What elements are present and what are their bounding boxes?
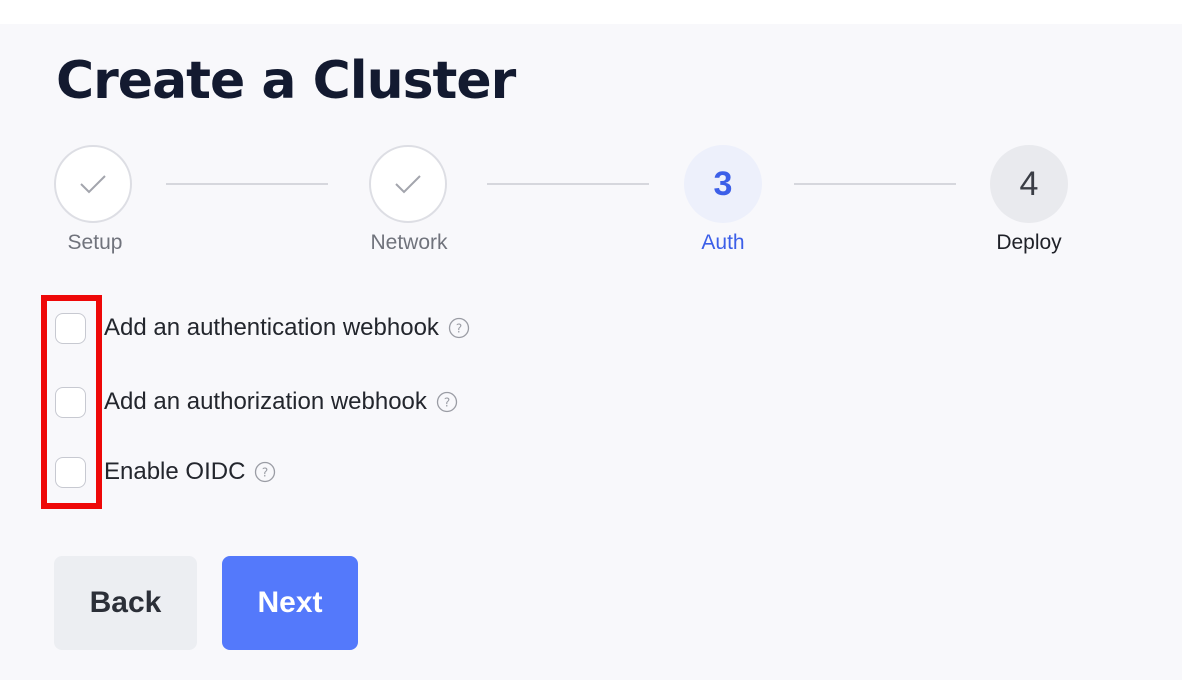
option-label: Enable OIDC bbox=[104, 458, 246, 485]
step-connector bbox=[166, 183, 328, 185]
step-label-auth: Auth bbox=[701, 231, 745, 254]
question-circle-icon[interactable]: ? bbox=[448, 317, 470, 339]
option-label: Add an authorization webhook bbox=[104, 388, 427, 415]
step-label-setup: Setup bbox=[67, 231, 123, 254]
option-authentication-webhook: Add an authentication webhook ? bbox=[55, 312, 470, 344]
authorization-webhook-checkbox[interactable] bbox=[55, 386, 86, 418]
option-enable-oidc: Enable OIDC ? bbox=[55, 456, 276, 488]
step-auth-circle[interactable]: 3 bbox=[684, 145, 762, 223]
step-label-deploy: Deploy bbox=[996, 231, 1062, 254]
step-label-network: Network bbox=[370, 231, 448, 254]
svg-text:?: ? bbox=[444, 396, 450, 410]
question-circle-icon[interactable]: ? bbox=[436, 391, 458, 413]
option-authorization-webhook: Add an authorization webhook ? bbox=[55, 386, 458, 418]
back-button[interactable]: Back bbox=[54, 556, 197, 650]
step-setup-circle[interactable] bbox=[54, 145, 132, 223]
step-number: 4 bbox=[1019, 164, 1039, 203]
checkmark-icon bbox=[80, 175, 106, 194]
question-circle-icon[interactable]: ? bbox=[254, 461, 276, 483]
create-cluster-panel: Create a Cluster 3 4 Setup Network Auth … bbox=[0, 24, 1182, 680]
next-button[interactable]: Next bbox=[222, 556, 358, 650]
step-connector bbox=[794, 183, 956, 185]
option-label: Add an authentication webhook bbox=[104, 314, 439, 341]
step-number: 3 bbox=[713, 164, 733, 203]
page-title: Create a Cluster bbox=[56, 51, 516, 111]
step-deploy-circle[interactable]: 4 bbox=[990, 145, 1068, 223]
enable-oidc-checkbox[interactable] bbox=[55, 456, 86, 488]
authentication-webhook-checkbox[interactable] bbox=[55, 312, 86, 344]
step-network-circle[interactable] bbox=[369, 145, 447, 223]
svg-text:?: ? bbox=[262, 466, 268, 480]
step-connector bbox=[487, 183, 649, 185]
svg-text:?: ? bbox=[456, 322, 462, 336]
checkmark-icon bbox=[395, 175, 421, 194]
